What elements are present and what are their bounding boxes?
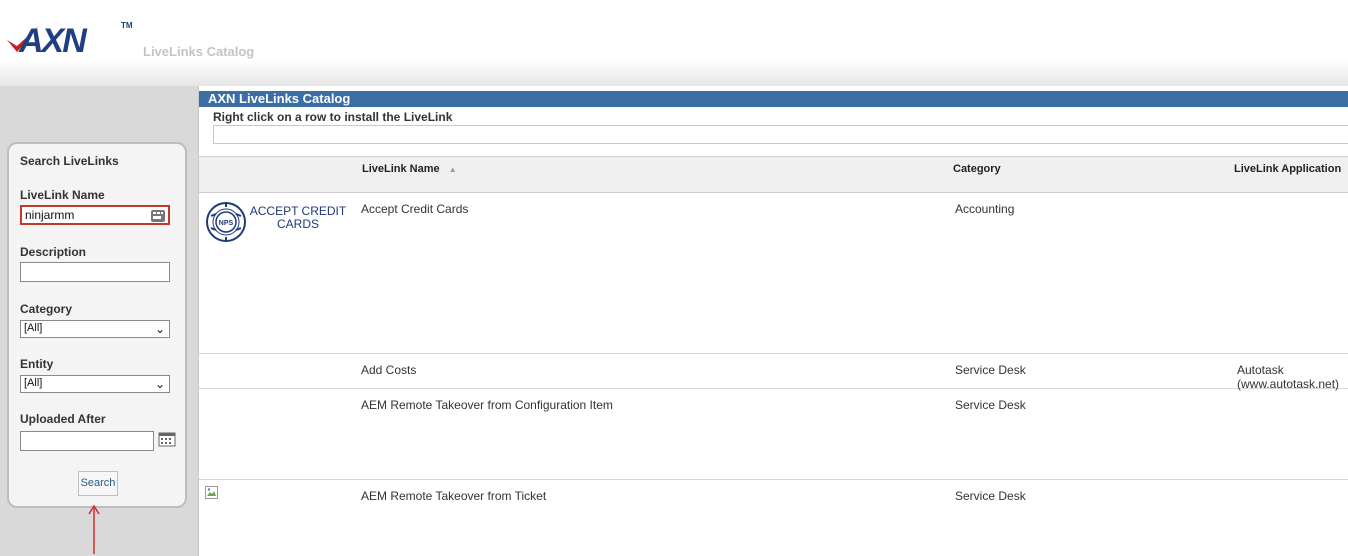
catalog-title-bar: AXN LiveLinks Catalog: [199, 91, 1348, 107]
table-header: LiveLink Name ▲ Category LiveLink Applic…: [199, 156, 1348, 193]
calendar-icon[interactable]: [158, 431, 176, 447]
chevron-down-icon: ⌄: [154, 322, 165, 336]
red-arrow-up-icon: [88, 504, 100, 554]
row-category: Service Desk: [955, 363, 1026, 377]
broken-image-icon: [205, 486, 218, 499]
table-row[interactable]: AEM Remote Takeover from Configuration I…: [199, 389, 1348, 480]
search-panel: Search LiveLinks LiveLink Name ninjarmm …: [7, 142, 187, 508]
row-livelink-name: Accept Credit Cards: [361, 202, 469, 216]
uploaded-after-input[interactable]: [20, 431, 154, 451]
description-input[interactable]: [20, 262, 170, 282]
axn-logo-icon: AXN TM: [7, 21, 133, 60]
category-label: Category: [20, 302, 73, 316]
livelink-name-input[interactable]: ninjarmm: [20, 205, 170, 225]
search-panel-title: Search LiveLinks: [20, 154, 119, 168]
main-content: AXN LiveLinks Catalog Right click on a r…: [198, 86, 1348, 556]
row-livelink-name: Add Costs: [361, 363, 417, 377]
entity-label: Entity: [20, 357, 54, 371]
livelink-name-label: LiveLink Name: [20, 188, 105, 202]
row-category: Service Desk: [955, 489, 1026, 503]
row-livelink-name: AEM Remote Takeover from Ticket: [361, 489, 547, 503]
filter-box[interactable]: [213, 125, 1348, 144]
row-category: Service Desk: [955, 398, 1026, 412]
column-header-name-label: LiveLink Name: [362, 163, 440, 175]
sort-ascending-icon[interactable]: ▲: [449, 165, 457, 174]
app-title: LiveLinks Catalog: [143, 44, 255, 59]
column-header-name[interactable]: LiveLink Name ▲: [362, 163, 457, 175]
table-row[interactable]: Add Costs Service Desk Autotask (www.aut…: [199, 354, 1348, 391]
svg-text:TM: TM: [121, 21, 133, 30]
entity-select-value: [All]: [24, 377, 43, 389]
column-header-application[interactable]: LiveLink Application: [1234, 163, 1341, 175]
row-application: Autotask (www.autotask.net): [1237, 363, 1340, 391]
svg-text:NPS: NPS: [219, 220, 234, 227]
chevron-down-icon: ⌄: [154, 377, 165, 391]
column-header-category[interactable]: Category: [953, 163, 1001, 175]
table-row[interactable]: AEM Remote Takeover from Ticket Service …: [199, 480, 1348, 556]
livelink-name-value: ninjarmm: [25, 208, 75, 222]
nps-logo-image: NPS ACCEPT CREDIT CARDS: [205, 198, 347, 246]
uploaded-after-label: Uploaded After: [20, 412, 106, 426]
key-icon[interactable]: [151, 210, 165, 222]
row-livelink-name: AEM Remote Takeover from Configuration I…: [361, 398, 613, 412]
description-label: Description: [20, 245, 87, 259]
table-row[interactable]: NPS ACCEPT CREDIT CARDS Accept Credit Ca…: [199, 193, 1348, 354]
entity-select[interactable]: [All] ⌄: [20, 375, 170, 393]
instruction-text: Right click on a row to install the Live…: [213, 110, 453, 124]
nps-logo-text: ACCEPT CREDIT CARDS: [249, 204, 347, 231]
svg-text:AXN: AXN: [18, 22, 88, 60]
page-header: AXN TM LiveLinks Catalog: [0, 0, 1348, 86]
search-button[interactable]: Search: [78, 471, 118, 496]
category-select[interactable]: [All] ⌄: [20, 320, 170, 338]
category-select-value: [All]: [24, 322, 43, 334]
row-category: Accounting: [955, 202, 1015, 216]
